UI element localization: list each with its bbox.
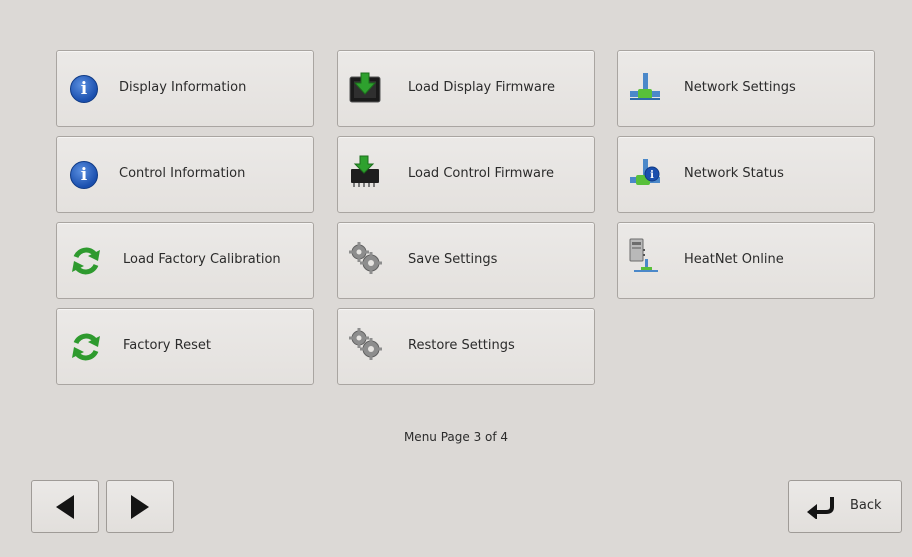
display-download-icon: [348, 71, 382, 105]
heatnet-online-button[interactable]: HeatNet Online: [617, 222, 875, 299]
tile-label: Display Information: [119, 80, 247, 95]
tile-label: Load Factory Calibration: [123, 252, 281, 267]
control-information-button[interactable]: i Control Information: [56, 136, 314, 213]
tile-label: Load Display Firmware: [408, 80, 555, 95]
load-display-firmware-button[interactable]: Load Display Firmware: [337, 50, 595, 127]
network-icon: [628, 71, 662, 105]
back-label: Back: [850, 498, 882, 513]
tile-label: Network Status: [684, 166, 784, 181]
info-icon: i: [67, 72, 101, 106]
previous-page-button[interactable]: [31, 480, 99, 533]
next-page-button[interactable]: [106, 480, 174, 533]
gears-icon: [348, 327, 382, 361]
tile-label: Factory Reset: [123, 338, 211, 353]
save-settings-button[interactable]: Save Settings: [337, 222, 595, 299]
refresh-icon: [69, 330, 103, 364]
restore-settings-button[interactable]: Restore Settings: [337, 308, 595, 385]
refresh-icon: [69, 244, 103, 278]
load-factory-calibration-button[interactable]: Load Factory Calibration: [56, 222, 314, 299]
factory-reset-button[interactable]: Factory Reset: [56, 308, 314, 385]
network-status-button[interactable]: i Network Status: [617, 136, 875, 213]
svg-text:i: i: [650, 170, 654, 181]
tile-label: Restore Settings: [408, 338, 515, 353]
display-information-button[interactable]: i Display Information: [56, 50, 314, 127]
left-arrow-icon: [56, 494, 74, 519]
back-arrow-icon: [807, 496, 834, 519]
tile-label: Control Information: [119, 166, 246, 181]
tile-label: Save Settings: [408, 252, 498, 267]
right-arrow-icon: [131, 494, 149, 519]
network-settings-button[interactable]: Network Settings: [617, 50, 875, 127]
load-control-firmware-button[interactable]: Load Control Firmware: [337, 136, 595, 213]
network-status-icon: i: [628, 157, 662, 191]
tile-label: Load Control Firmware: [408, 166, 555, 181]
info-icon: i: [67, 158, 101, 192]
back-button[interactable]: Back: [788, 480, 902, 533]
server-network-icon: [626, 238, 660, 273]
menu-page-indicator: Menu Page 3 of 4: [403, 430, 509, 444]
tile-label: Network Settings: [684, 80, 796, 95]
gears-icon: [348, 241, 382, 275]
tile-label: HeatNet Online: [684, 252, 784, 267]
chip-download-icon: [348, 155, 382, 189]
